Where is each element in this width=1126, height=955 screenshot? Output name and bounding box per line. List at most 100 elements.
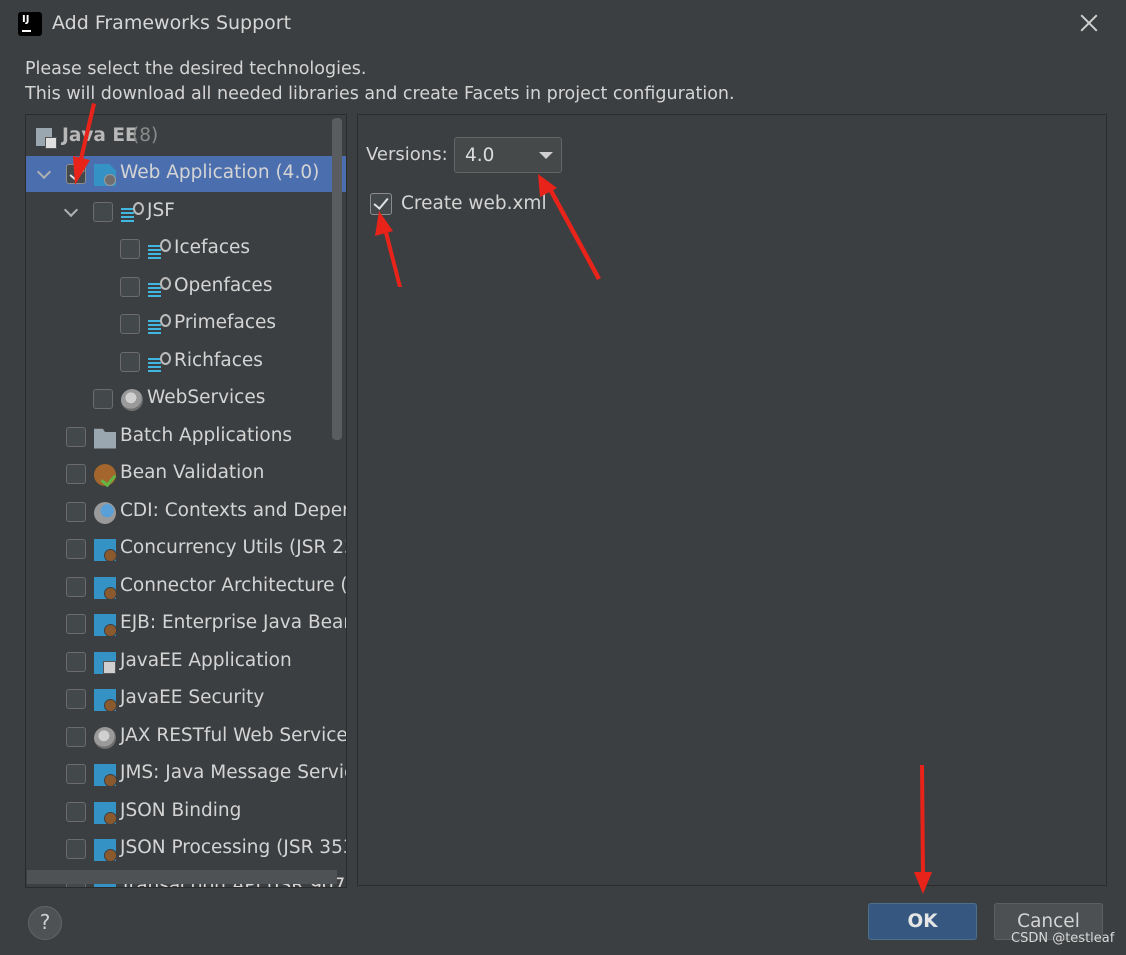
javaee-module-icon xyxy=(94,689,117,712)
settings-panel xyxy=(357,114,1107,886)
close-icon[interactable] xyxy=(1076,10,1102,36)
dialog-title: Add Frameworks Support xyxy=(52,12,292,34)
tree-item[interactable]: Richfaces xyxy=(26,344,346,380)
tree-item[interactable]: JMS: Java Message Service xyxy=(26,756,346,792)
tree-item[interactable]: WebServices xyxy=(26,381,346,417)
tree-item-checkbox[interactable] xyxy=(66,164,86,184)
tree-item[interactable]: Batch Applications xyxy=(26,419,346,455)
tree-item-label: JAX RESTful Web Services xyxy=(120,724,347,746)
jsf-icon xyxy=(148,276,171,299)
tree-item-checkbox[interactable] xyxy=(66,426,86,447)
description-line-2: This will download all needed libraries … xyxy=(25,84,735,104)
tree-item-label: JSON Processing (JSR 353) xyxy=(120,837,347,858)
versions-label: Versions: xyxy=(366,144,448,165)
tree-item-label: Icefaces xyxy=(174,237,251,258)
tree-item[interactable]: Connector Architecture (JS xyxy=(26,569,346,605)
tree-item-checkbox[interactable] xyxy=(66,651,86,672)
chevron-down-icon[interactable] xyxy=(63,203,81,221)
tree-item[interactable]: Icefaces xyxy=(26,231,346,267)
tree-item[interactable]: Web Application (4.0) xyxy=(26,156,346,192)
tree-item-checkbox[interactable] xyxy=(120,276,140,297)
tree-item[interactable]: JSON Processing (JSR 353) xyxy=(26,831,346,867)
intellij-idea-icon: IJ xyxy=(16,10,44,38)
tree-item[interactable]: CDI: Contexts and Depend xyxy=(26,494,346,530)
tree-item-checkbox[interactable] xyxy=(120,314,140,334)
tree-item-checkbox[interactable] xyxy=(93,389,113,409)
tree-group-java-ee: Java EE (8) xyxy=(26,119,346,155)
tree-item-checkbox[interactable] xyxy=(66,464,86,484)
tree-item-checkbox[interactable] xyxy=(66,839,86,859)
tree-item[interactable]: JavaEE Security xyxy=(26,681,346,717)
tree-item-label: JavaEE Security xyxy=(120,687,265,708)
tree-item-label: Openfaces xyxy=(174,274,273,296)
tree-item-checkbox[interactable] xyxy=(66,689,86,709)
folder-icon xyxy=(94,428,116,449)
bean-validation-icon xyxy=(94,464,116,486)
tree-item-checkbox[interactable] xyxy=(66,539,86,559)
tree-item-checkbox[interactable] xyxy=(66,764,86,784)
javaee-module-icon xyxy=(94,839,117,862)
tree-item-label: EJB: Enterprise Java Beans xyxy=(120,612,347,633)
tree-item-checkbox[interactable] xyxy=(66,614,86,634)
tree-item-checkbox[interactable] xyxy=(66,576,86,597)
group-label: Java EE xyxy=(62,125,138,146)
tree-item-label: Bean Validation xyxy=(120,462,265,483)
tree-vertical-scrollbar[interactable] xyxy=(332,118,342,440)
frameworks-tree[interactable]: Java EE (8) Web Application (4.0) JSF Icef… xyxy=(25,114,347,888)
tree-item[interactable]: EJB: Enterprise Java Beans xyxy=(26,606,346,642)
javaee-module-icon xyxy=(94,539,117,562)
title-bar: IJ Add Frameworks Support xyxy=(0,0,1126,48)
tree-item-checkbox[interactable] xyxy=(66,726,86,747)
tree-item[interactable]: JSF xyxy=(26,194,346,230)
javaee-module-icon xyxy=(94,801,117,825)
tree-item-label: Primefaces xyxy=(174,312,277,333)
javaee-group-icon xyxy=(36,127,58,149)
web-module-icon xyxy=(94,164,116,186)
tree-item-label: JavaEE Application xyxy=(120,649,292,671)
ok-button[interactable]: OK xyxy=(868,903,977,940)
tree-item[interactable]: Bean Validation xyxy=(26,456,346,492)
tree-item[interactable]: JAX RESTful Web Services xyxy=(26,719,346,755)
tree-item[interactable]: JavaEE Application xyxy=(26,644,346,680)
tree-item-checkbox[interactable] xyxy=(120,239,140,259)
tree-item-label: JSON Binding xyxy=(120,799,242,821)
tree-item[interactable]: Concurrency Utils (JSR 236 xyxy=(26,531,346,567)
chevron-down-icon xyxy=(539,152,553,159)
jsf-icon xyxy=(148,351,171,374)
javaee-module-icon xyxy=(94,614,117,637)
chevron-down-icon[interactable] xyxy=(36,165,54,183)
create-web-xml-checkbox[interactable] xyxy=(370,193,392,215)
tree-horizontal-scrollbar[interactable] xyxy=(27,870,337,884)
globe-icon xyxy=(94,726,116,749)
jsf-icon xyxy=(121,201,144,224)
javaee-app-icon xyxy=(94,651,116,674)
tree-item-label: Richfaces xyxy=(174,349,263,371)
jsf-icon xyxy=(148,239,171,261)
watermark: CSDN @testleaf xyxy=(1011,931,1115,946)
tree-item-label: Web Application (4.0) xyxy=(120,162,320,183)
tree-item[interactable]: JSON Binding xyxy=(26,794,346,830)
tree-item-checkbox[interactable] xyxy=(93,201,113,222)
tree-item-label: Batch Applications xyxy=(120,424,293,446)
globe-icon xyxy=(121,389,143,411)
tree-item-label: Concurrency Utils (JSR 236 xyxy=(120,537,347,558)
create-web-xml-label[interactable]: Create web.xml xyxy=(401,193,547,214)
tree-item-checkbox[interactable] xyxy=(66,801,86,822)
tree-item-checkbox[interactable] xyxy=(120,351,140,372)
javaee-module-icon xyxy=(94,576,117,600)
tree-item-checkbox[interactable] xyxy=(66,501,86,522)
versions-select[interactable]: 4.0 xyxy=(454,137,562,173)
tree-item-label: WebServices xyxy=(147,387,266,408)
jsf-icon xyxy=(148,314,171,336)
group-count: (8) xyxy=(132,125,159,146)
tree-item-label: JMS: Java Message Service xyxy=(120,762,347,783)
tree-item-label: CDI: Contexts and Depend xyxy=(120,499,347,521)
tree-item-label: JSF xyxy=(147,199,175,221)
tree-item-label: Connector Architecture (JS xyxy=(120,574,347,596)
description-line-1: Please select the desired technologies. xyxy=(25,59,367,79)
tree-item[interactable]: Openfaces xyxy=(26,269,346,305)
javaee-module-icon xyxy=(94,764,117,787)
tree-item[interactable]: Primefaces xyxy=(26,306,346,342)
help-button[interactable]: ? xyxy=(28,906,62,940)
versions-value: 4.0 xyxy=(465,145,495,166)
